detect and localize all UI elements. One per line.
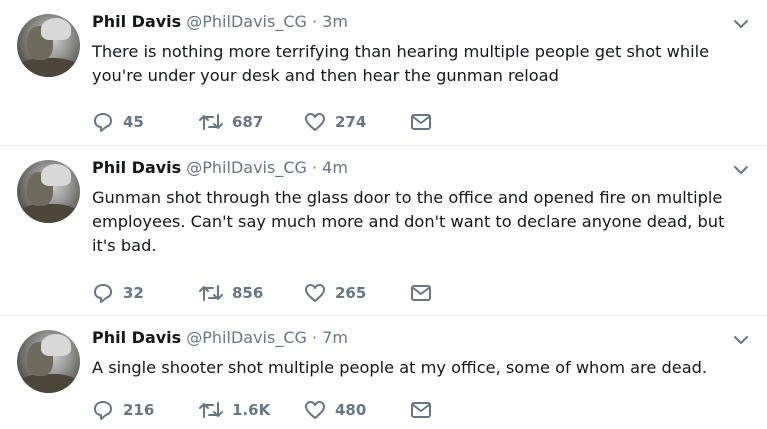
avatar[interactable]: [17, 330, 80, 393]
avatar[interactable]: [17, 14, 80, 77]
chevron-down-icon[interactable]: [733, 164, 749, 176]
tweet-text: Gunman shot through the glass door to th…: [92, 188, 725, 255]
retweet-icon: [199, 285, 223, 301]
like-button[interactable]: 480: [304, 399, 366, 421]
reply-icon: [94, 284, 112, 303]
like-count: 274: [335, 113, 367, 131]
direct-message-button[interactable]: [410, 111, 432, 133]
reply-icon: [94, 401, 112, 420]
separator-dot: ·: [311, 158, 318, 177]
tweet-text: A single shooter shot multiple people at…: [92, 358, 708, 377]
reply-button[interactable]: 45: [92, 111, 144, 133]
envelope-icon: [411, 285, 431, 301]
retweet-count: 687: [232, 113, 264, 131]
tweet-header: Phil Davis @PhilDavis_CG · 4m: [92, 158, 348, 177]
heart-icon: [305, 284, 325, 302]
tweet[interactable]: Phil Davis @PhilDavis_CG · 3m There is n…: [0, 0, 767, 145]
retweet-count: 856: [232, 284, 264, 302]
retweet-count: 1.6K: [232, 401, 271, 419]
tweet-text: There is nothing more terrifying than he…: [92, 42, 710, 85]
tweet-header: Phil Davis @PhilDavis_CG · 3m: [92, 12, 348, 31]
retweet-button[interactable]: 856: [199, 282, 263, 304]
retweet-icon: [199, 114, 223, 130]
display-name[interactable]: Phil Davis: [92, 12, 181, 31]
like-count: 265: [335, 284, 367, 302]
avatar[interactable]: [17, 160, 80, 223]
timestamp[interactable]: 4m: [322, 158, 348, 177]
direct-message-button[interactable]: [410, 282, 432, 304]
retweet-icon: [199, 402, 223, 418]
like-button[interactable]: 274: [304, 111, 366, 133]
separator-dot: ·: [311, 12, 318, 31]
direct-message-button[interactable]: [410, 399, 432, 421]
reply-icon: [94, 113, 112, 132]
separator-dot: ·: [311, 328, 318, 347]
envelope-icon: [411, 114, 431, 130]
reply-count: 45: [123, 113, 144, 131]
user-handle[interactable]: @PhilDavis_CG: [186, 158, 307, 177]
like-button[interactable]: 265: [304, 282, 366, 304]
reply-button[interactable]: 32: [92, 282, 144, 304]
timestamp[interactable]: 7m: [322, 328, 348, 347]
reply-count: 32: [123, 284, 144, 302]
like-count: 480: [335, 401, 367, 419]
envelope-icon: [411, 402, 431, 418]
reply-button[interactable]: 216: [92, 399, 154, 421]
tweet[interactable]: Phil Davis @PhilDavis_CG · 4m Gunman sho…: [0, 145, 767, 315]
user-handle[interactable]: @PhilDavis_CG: [186, 328, 307, 347]
tweet[interactable]: Phil Davis @PhilDavis_CG · 7m A single s…: [0, 315, 767, 429]
heart-icon: [305, 113, 325, 131]
retweet-button[interactable]: 1.6K: [199, 399, 270, 421]
tweet-header: Phil Davis @PhilDavis_CG · 7m: [92, 328, 348, 347]
chevron-down-icon[interactable]: [733, 334, 749, 346]
chevron-down-icon[interactable]: [733, 18, 749, 30]
display-name[interactable]: Phil Davis: [92, 158, 181, 177]
user-handle[interactable]: @PhilDavis_CG: [186, 12, 307, 31]
reply-count: 216: [123, 401, 155, 419]
display-name[interactable]: Phil Davis: [92, 328, 181, 347]
timestamp[interactable]: 3m: [322, 12, 348, 31]
heart-icon: [305, 401, 325, 419]
retweet-button[interactable]: 687: [199, 111, 263, 133]
